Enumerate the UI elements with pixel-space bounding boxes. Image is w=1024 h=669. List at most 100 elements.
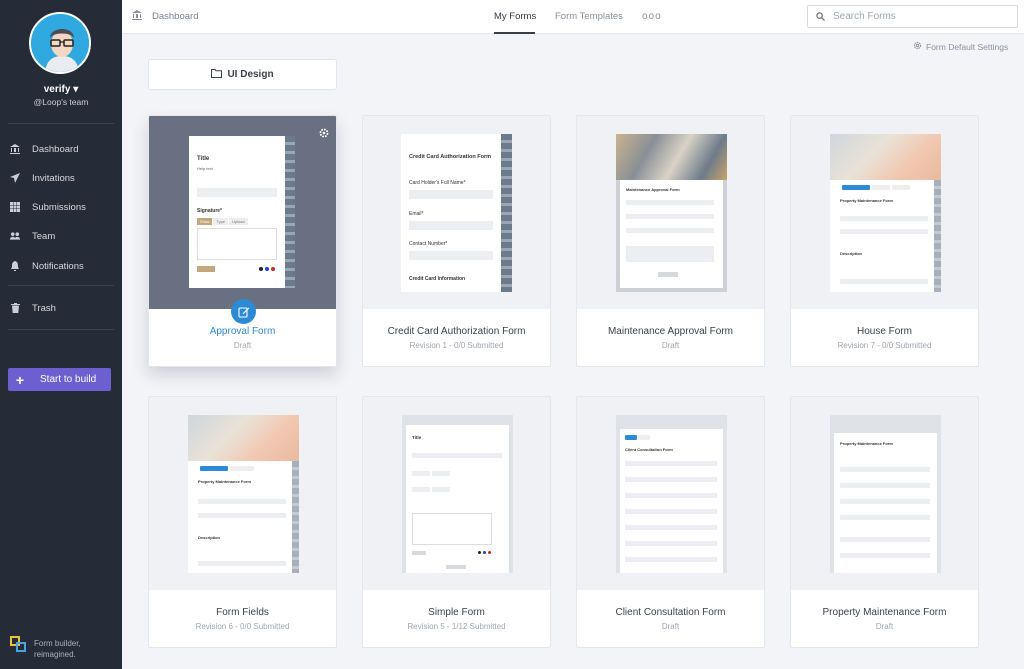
start-to-build-button[interactable]: + Start to build (8, 368, 111, 391)
form-status: Revision 1 - 0/0 Submitted (409, 341, 504, 350)
preview-label: Signature* (197, 208, 223, 214)
brand-text-1: Form builder, (34, 639, 81, 648)
form-preview: Property Maintenance Form Description (791, 116, 978, 309)
preview-page: Credit Card Authorization Form Card Hold… (401, 134, 512, 292)
preview-tab: Upload (229, 218, 248, 225)
preview-page: Maintenance Approval Form (616, 134, 727, 292)
divider (8, 329, 114, 330)
nav-label: Dashboard (32, 143, 79, 155)
paper-plane-icon (10, 173, 20, 183)
form-preview: Property Maintenance Form (791, 397, 978, 590)
nav-team[interactable]: Team (10, 227, 55, 245)
nav-submissions[interactable]: Submissions (10, 198, 86, 216)
brand-text-2: reimagined. (34, 650, 76, 659)
preview-title: Title (412, 435, 422, 440)
gear-icon (913, 41, 922, 52)
form-title[interactable]: Form Fields (149, 607, 336, 618)
form-card[interactable]: Title Simple Form Revision 5 - 1/12 Subm… (362, 396, 551, 648)
nav-notifications[interactable]: Notifications (10, 257, 84, 275)
form-status: Draft (233, 341, 252, 350)
preview-title: Property Maintenance Form (198, 479, 251, 484)
bank-icon (10, 144, 20, 154)
form-preview: Client Consultation Form (577, 397, 764, 590)
form-title[interactable]: Property Maintenance Form (791, 607, 978, 618)
nav-label: Submissions (32, 201, 86, 213)
preview-page: Property Maintenance Form Description (830, 134, 941, 292)
preview-help: Help text (197, 166, 213, 171)
form-title[interactable]: Approval Form (149, 326, 336, 337)
preview-title: Property Maintenance Form (840, 198, 893, 203)
form-status: Revision 6 - 0/0 Submitted (195, 622, 290, 631)
form-title[interactable]: Simple Form (363, 607, 550, 618)
search-icon (816, 12, 825, 21)
preview-label: Credit Card Information (409, 276, 466, 282)
nav-label: Notifications (32, 260, 84, 272)
plus-icon: + (15, 371, 25, 388)
nav-label: Invitations (32, 172, 75, 184)
user-name[interactable]: verify ▾ (0, 84, 122, 95)
search-input[interactable] (833, 11, 1003, 22)
form-card[interactable]: Credit Card Authorization Form Card Hold… (362, 115, 551, 367)
preview-label: Description (840, 251, 863, 256)
preview-page: Title (402, 415, 513, 573)
folder-icon (211, 68, 223, 81)
preview-title: Credit Card Authorization Form (409, 154, 491, 160)
folder-ui-design[interactable]: UI Design (148, 59, 337, 90)
preview-page: Client Consultation Form (616, 415, 727, 573)
preview-label: Card Holder's Full Name* (409, 180, 466, 186)
form-title[interactable]: Maintenance Approval Form (577, 326, 764, 337)
form-title[interactable]: Client Consultation Form (577, 607, 764, 618)
logo-icon (10, 636, 26, 652)
divider (8, 123, 114, 124)
form-card[interactable]: Maintenance Approval Form Maintenance Ap… (576, 115, 765, 367)
sidebar: verify ▾ @Loop's team Dashboard Invitati… (0, 0, 122, 669)
preview-page: Title Help text Signature* Draw Type Upl… (189, 136, 295, 288)
preview-label: Email* (409, 211, 424, 217)
nav-trash[interactable]: Trash (10, 299, 56, 317)
user-avatar[interactable] (29, 12, 91, 74)
form-status: Revision 5 - 1/12 Submitted (407, 622, 506, 631)
preview-title: Maintenance Approval Form (626, 187, 680, 192)
users-icon (10, 231, 20, 241)
form-card[interactable]: Title Help text Signature* Draw Type Upl… (148, 115, 337, 367)
team-name: @Loop's team (33, 97, 89, 107)
divider (8, 285, 114, 286)
search-box[interactable] (807, 5, 1018, 28)
tab-my-forms[interactable]: My Forms (494, 11, 536, 22)
form-card[interactable]: Property Maintenance Form Description Ho… (790, 115, 979, 367)
bank-icon (132, 10, 142, 23)
nav-label: Trash (32, 302, 56, 314)
form-card[interactable]: Property Maintenance Form Description Fo… (148, 396, 337, 648)
top-bar: Dashboard My Forms Form Templates ooo (122, 0, 1024, 34)
preview-label: Contact Number* (409, 241, 448, 247)
preview-label: Description (198, 535, 221, 540)
edit-icon (237, 306, 249, 318)
tab-form-templates[interactable]: Form Templates (555, 11, 623, 22)
form-preview: Title Help text Signature* Draw Type Upl… (149, 116, 336, 309)
form-preview: Credit Card Authorization Form Card Hold… (363, 116, 550, 309)
edit-form-button[interactable] (231, 299, 256, 324)
nav-invitations[interactable]: Invitations (10, 169, 75, 187)
form-preview: Property Maintenance Form Description (149, 397, 336, 590)
preview-title: Client Consultation Form (625, 447, 673, 452)
form-default-settings-link[interactable]: Form Default Settings (913, 41, 1008, 52)
grid-icon (10, 202, 20, 212)
form-title[interactable]: Credit Card Authorization Form (363, 326, 550, 337)
form-status: Draft (875, 622, 894, 631)
form-card[interactable]: Client Consultation Form Client Consulta… (576, 396, 765, 648)
preview-tab: Draw (197, 218, 213, 225)
breadcrumb[interactable]: Dashboard (132, 10, 198, 23)
nav-dashboard[interactable]: Dashboard (10, 140, 78, 158)
preview-page: Property Maintenance Form (830, 415, 941, 573)
form-settings-gear-icon[interactable] (319, 125, 329, 143)
preview-tab: Type (213, 218, 229, 225)
preview-page: Property Maintenance Form Description (188, 415, 299, 573)
preview-title: Title (197, 156, 210, 162)
more-tabs-button[interactable]: ooo (642, 11, 662, 22)
form-card[interactable]: Property Maintenance Form Property Maint… (790, 396, 979, 648)
form-status: Draft (661, 622, 680, 631)
form-preview: Maintenance Approval Form (577, 116, 764, 309)
form-title[interactable]: House Form (791, 326, 978, 337)
preview-title: Property Maintenance Form (840, 441, 893, 446)
active-tab-indicator (494, 32, 535, 34)
